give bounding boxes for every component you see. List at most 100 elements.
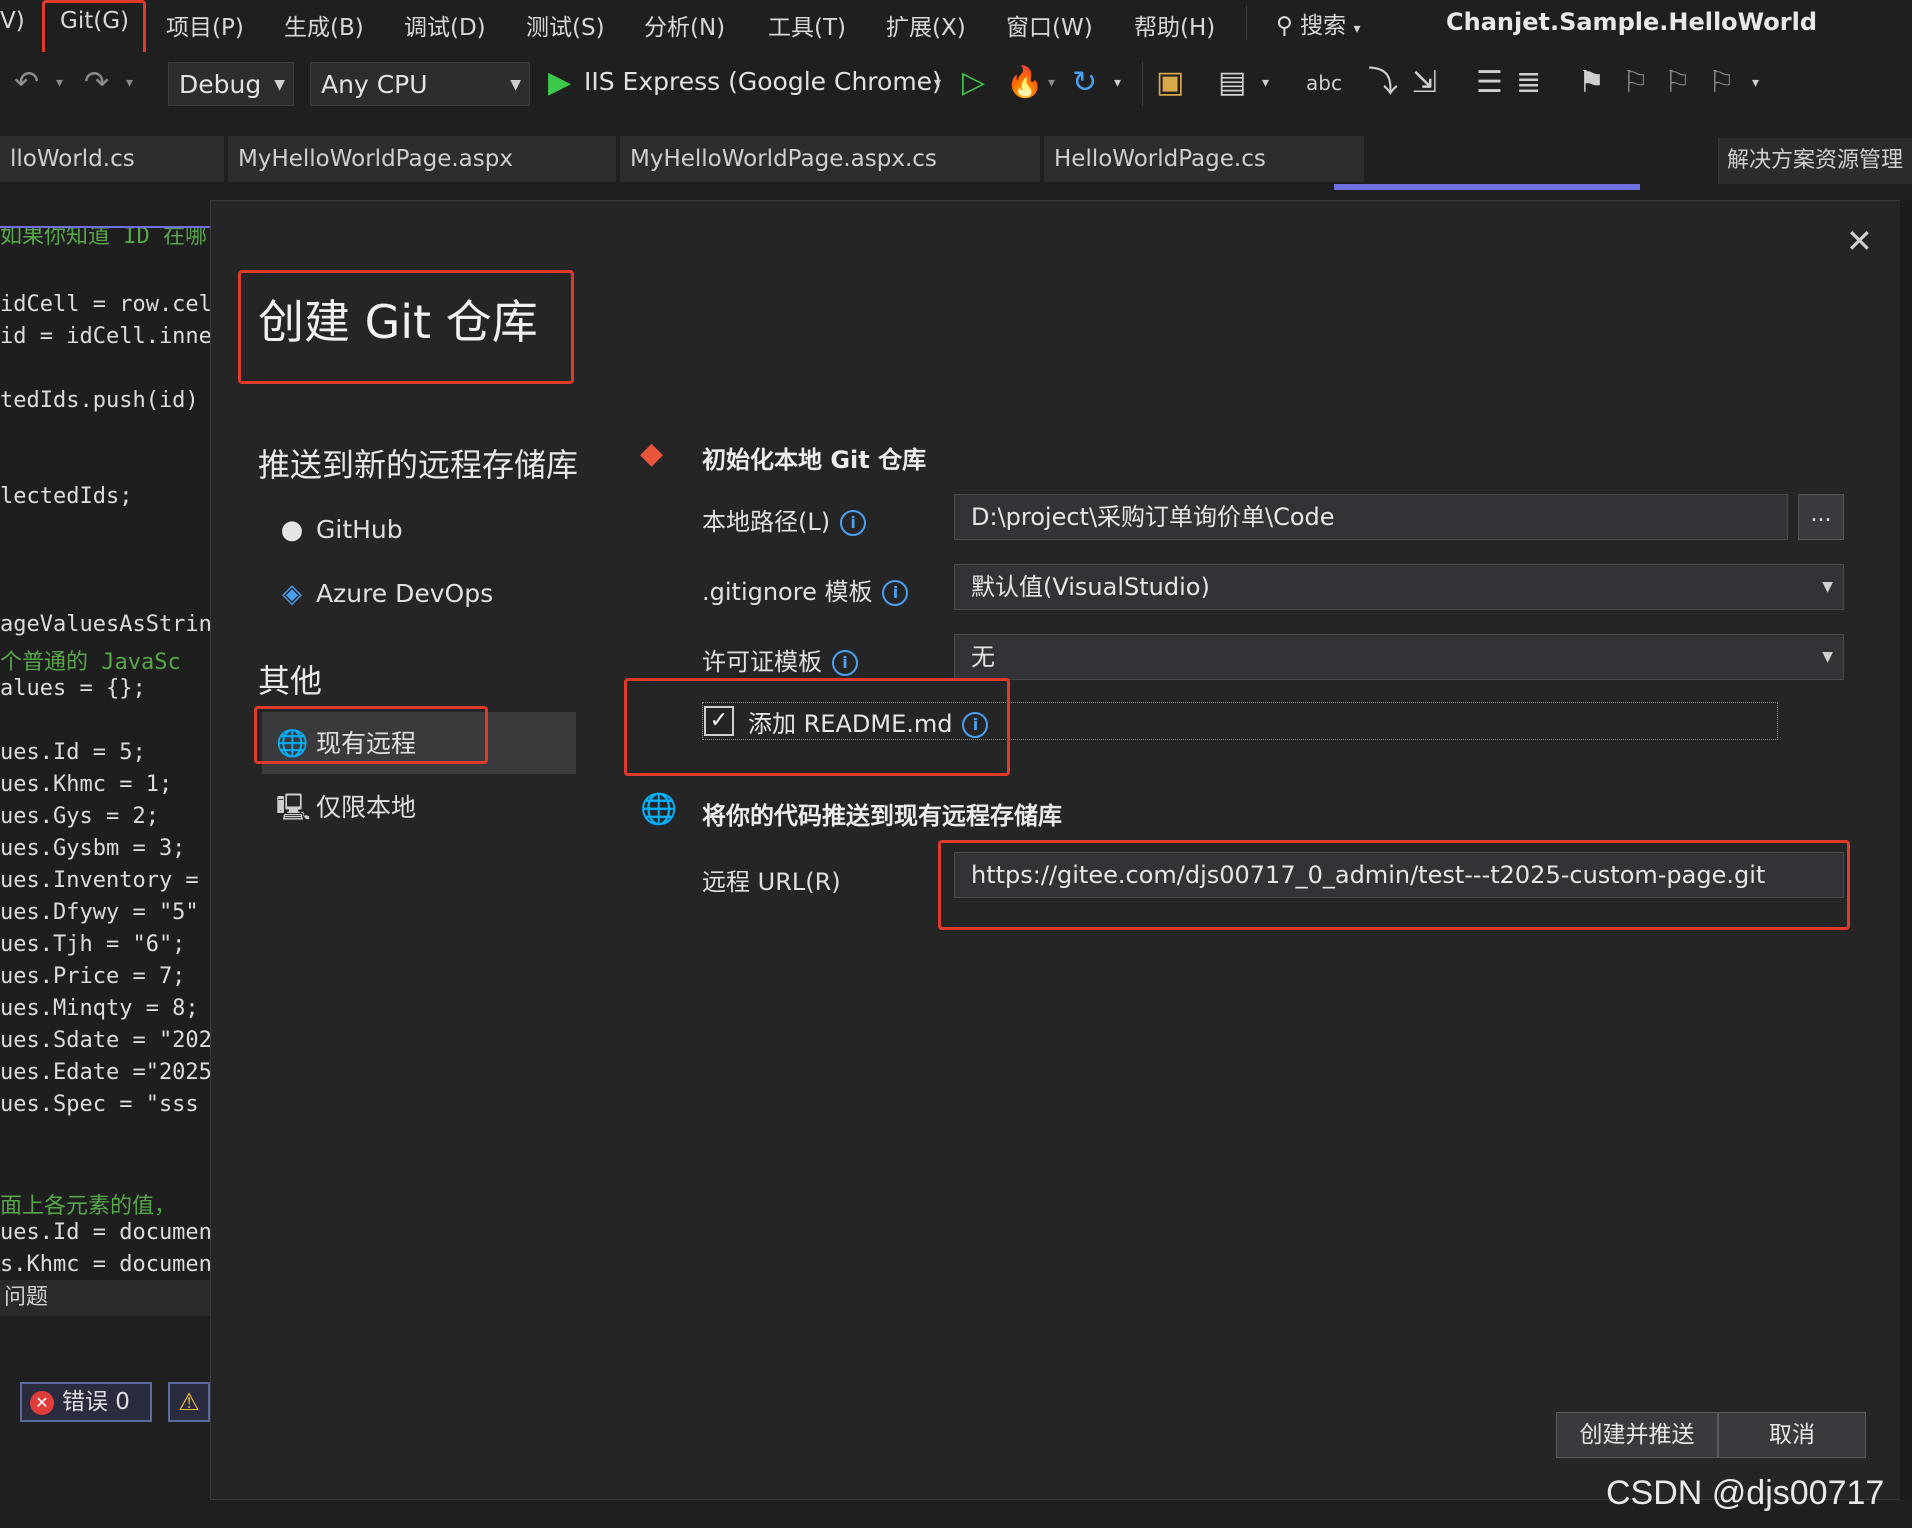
folder-icon[interactable]: ▣	[1156, 66, 1184, 100]
menu-item-tools[interactable]: 工具(T)	[768, 8, 846, 42]
menu-item-build[interactable]: 生成(B)	[284, 8, 364, 42]
license-template-dropdown[interactable]: 无 ▼	[954, 634, 1844, 680]
redo-icon[interactable]: ↷	[84, 66, 109, 100]
menu-bar: V) Git(G) 项目(P) 生成(B) 调试(D) 测试(S) 分析(N) …	[0, 0, 1912, 48]
search-box[interactable]: ⚲ 搜索 ▾	[1276, 6, 1361, 40]
layout-icon[interactable]: ▤	[1218, 66, 1246, 100]
gitignore-label: .gitignore 模板 i	[702, 572, 909, 607]
configuration-dropdown[interactable]: Debug ▼	[168, 62, 294, 106]
platform-value: Any CPU	[321, 70, 428, 99]
error-icon: ✕	[30, 1390, 54, 1415]
right-edge-panel	[1900, 200, 1912, 1500]
chevron-down-icon: ▼	[1822, 649, 1833, 665]
local-path-label-text: 本地路径(L)	[702, 508, 831, 536]
error-count-label: 错误 0	[62, 1389, 130, 1415]
close-icon[interactable]: ✕	[1846, 222, 1873, 260]
chevron-down-icon[interactable]: ▾	[1048, 66, 1055, 100]
gitignore-template-value: 默认值(VisualStudio)	[971, 573, 1210, 601]
code-editor[interactable]: 如果你知道 ID 在哪 idCell = row.cel id = idCell…	[0, 228, 210, 1318]
cancel-button[interactable]: 取消	[1718, 1412, 1866, 1458]
prev-bookmark-icon[interactable]: ⚐	[1622, 66, 1649, 100]
code-line: lectedIds;	[0, 484, 133, 509]
problems-panel-tab[interactable]: 问题	[0, 1280, 210, 1316]
menu-item-partial[interactable]: V)	[0, 8, 25, 34]
outdent-icon[interactable]: ≣	[1516, 66, 1541, 100]
solution-title: Chanjet.Sample.HelloWorld	[1446, 8, 1818, 36]
info-icon[interactable]: i	[882, 580, 909, 606]
step-over-icon[interactable]: ⇲	[1412, 66, 1437, 100]
start-debug-icon[interactable]: ▶	[548, 66, 571, 100]
sidebar-item-local-only[interactable]: 🖳 仅限本地	[276, 788, 416, 828]
code-line: ues.Tjh = "6";	[0, 932, 186, 957]
code-line: alues = {};	[0, 676, 146, 701]
tab-myhelloworldpage-aspx[interactable]: MyHelloWorldPage.aspx	[228, 136, 616, 182]
sidebar-item-azure-devops[interactable]: ◈ Azure DevOps	[276, 574, 493, 614]
menu-item-debug[interactable]: 调试(D)	[404, 8, 486, 42]
chevron-down-icon[interactable]: ▾	[1262, 66, 1269, 100]
step-into-icon[interactable]: ⤵	[1368, 66, 1398, 100]
clear-bookmarks-icon[interactable]: ⚐	[1708, 66, 1735, 100]
push-existing-remote-heading: 将你的代码推送到现有远程存储库	[702, 802, 1062, 830]
chevron-down-icon: ▼	[1822, 579, 1833, 595]
code-line: tedIds.push(id)	[0, 388, 199, 413]
warning-icon[interactable]: ⚠	[168, 1382, 210, 1422]
menu-item-window[interactable]: 窗口(W)	[1006, 8, 1093, 42]
menu-item-test[interactable]: 测试(S)	[526, 8, 605, 42]
info-icon[interactable]: i	[832, 650, 858, 676]
tab-helloworldpage-cs[interactable]: HelloWorldPage.cs	[1044, 136, 1364, 182]
menu-item-project[interactable]: 项目(P)	[166, 8, 244, 42]
code-line: ues.Price = 7;	[0, 964, 186, 989]
chevron-down-icon: ▼	[510, 77, 521, 93]
chevron-down-icon[interactable]: ▾	[126, 66, 133, 100]
gitignore-label-text: .gitignore 模板	[702, 578, 873, 606]
code-line: ues.Minqty = 8;	[0, 996, 199, 1021]
chevron-down-icon[interactable]: ▾	[56, 66, 63, 100]
run-target-label[interactable]: IIS Express (Google Chrome)	[584, 67, 942, 96]
local-path-input[interactable]: D:\project\采购订单询价单\Code	[954, 494, 1788, 540]
error-count-badge[interactable]: ✕ 错误 0	[20, 1382, 152, 1422]
code-line: ues.Inventory =	[0, 868, 199, 893]
solution-explorer-tab[interactable]: 解决方案资源管理	[1718, 138, 1912, 184]
indent-icon[interactable]: ☰	[1476, 66, 1503, 100]
watermark: CSDN @djs00717	[1606, 1474, 1885, 1512]
configuration-value: Debug	[179, 70, 262, 99]
code-line: 面上各元素的值，	[0, 1194, 177, 1219]
chevron-down-icon[interactable]: ▾	[1752, 66, 1759, 100]
code-line: ues.Khmc = 1;	[0, 772, 173, 797]
search-icon: ⚲	[1276, 13, 1293, 39]
menu-item-help[interactable]: 帮助(H)	[1134, 8, 1215, 42]
chevron-down-icon[interactable]: ▾	[1114, 66, 1121, 100]
license-label: 许可证模板 i	[702, 642, 858, 677]
sidebar-item-github[interactable]: ● GitHub	[276, 510, 403, 550]
init-local-repo-heading: 初始化本地 Git 仓库	[702, 446, 927, 474]
start-without-debug-icon[interactable]: ▷	[962, 66, 985, 100]
menu-item-analyze[interactable]: 分析(N)	[644, 8, 725, 42]
chevron-down-icon[interactable]: ▾	[934, 66, 941, 100]
menu-item-extensions[interactable]: 扩展(X)	[886, 8, 966, 42]
refresh-icon[interactable]: ↻	[1072, 66, 1097, 100]
platform-dropdown[interactable]: Any CPU ▼	[310, 62, 530, 106]
code-line: s.Khmc = documen	[0, 1252, 210, 1277]
search-label: 搜索	[1300, 13, 1347, 39]
create-and-push-button[interactable]: 创建并推送	[1556, 1412, 1718, 1458]
spellcheck-icon[interactable]: abc	[1306, 66, 1342, 100]
sidebar-item-label: 仅限本地	[316, 793, 417, 822]
bookmark-icon[interactable]: ⚑	[1578, 66, 1605, 100]
sidebar-item-label: GitHub	[316, 515, 403, 544]
code-line: ues.Edate ="2025	[0, 1060, 210, 1085]
chevron-down-icon: ▾	[1353, 21, 1361, 37]
info-icon[interactable]: i	[840, 510, 867, 536]
gitignore-template-dropdown[interactable]: 默认值(VisualStudio) ▼	[954, 564, 1844, 610]
document-tab-strip: lloWorld.cs MyHelloWorldPage.aspx MyHell…	[0, 136, 1912, 182]
tab-helloworld-cs[interactable]: lloWorld.cs	[0, 136, 224, 182]
next-bookmark-icon[interactable]: ⚐	[1664, 66, 1691, 100]
tab-myhelloworldpage-aspx-cs[interactable]: MyHelloWorldPage.aspx.cs	[620, 136, 1040, 182]
github-icon: ●	[280, 515, 304, 545]
toolbar: ↶ ▾ ↷ ▾ Debug ▼ Any CPU ▼ ▶ IIS Express …	[0, 52, 1912, 116]
undo-icon[interactable]: ↶	[14, 66, 39, 100]
hot-reload-icon[interactable]: 🔥	[1006, 66, 1043, 100]
local-path-label: 本地路径(L) i	[702, 502, 867, 537]
license-label-text: 许可证模板	[702, 648, 822, 676]
code-line: ageValuesAsStrin	[0, 612, 210, 637]
browse-button[interactable]: ...	[1798, 494, 1844, 540]
